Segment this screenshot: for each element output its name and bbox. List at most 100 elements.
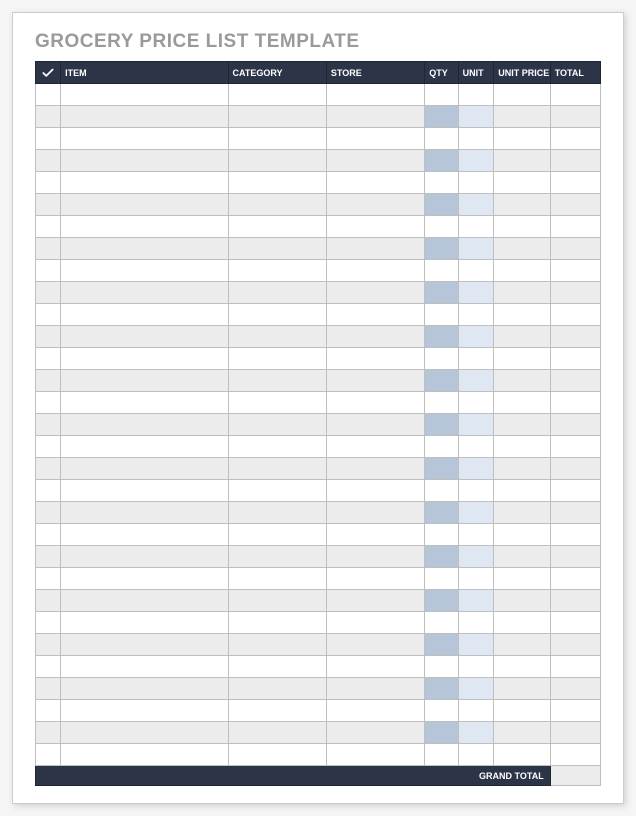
cell-unit_price[interactable]	[494, 414, 550, 436]
cell-check[interactable]	[36, 678, 61, 700]
cell-category[interactable]	[228, 634, 326, 656]
cell-qty[interactable]	[425, 700, 458, 722]
cell-qty[interactable]	[425, 722, 458, 744]
cell-total[interactable]	[550, 458, 600, 480]
cell-qty[interactable]	[425, 238, 458, 260]
cell-category[interactable]	[228, 370, 326, 392]
cell-item[interactable]	[61, 238, 228, 260]
cell-total[interactable]	[550, 326, 600, 348]
cell-check[interactable]	[36, 634, 61, 656]
cell-item[interactable]	[61, 194, 228, 216]
cell-qty[interactable]	[425, 84, 458, 106]
cell-category[interactable]	[228, 458, 326, 480]
cell-category[interactable]	[228, 172, 326, 194]
cell-total[interactable]	[550, 634, 600, 656]
cell-item[interactable]	[61, 304, 228, 326]
cell-qty[interactable]	[425, 282, 458, 304]
cell-unit[interactable]	[458, 634, 494, 656]
cell-check[interactable]	[36, 348, 61, 370]
cell-unit[interactable]	[458, 458, 494, 480]
cell-qty[interactable]	[425, 678, 458, 700]
cell-category[interactable]	[228, 238, 326, 260]
cell-unit[interactable]	[458, 656, 494, 678]
cell-category[interactable]	[228, 326, 326, 348]
cell-total[interactable]	[550, 656, 600, 678]
cell-store[interactable]	[326, 568, 424, 590]
cell-category[interactable]	[228, 260, 326, 282]
cell-check[interactable]	[36, 370, 61, 392]
cell-store[interactable]	[326, 392, 424, 414]
cell-total[interactable]	[550, 128, 600, 150]
cell-store[interactable]	[326, 128, 424, 150]
cell-category[interactable]	[228, 722, 326, 744]
cell-total[interactable]	[550, 744, 600, 766]
cell-store[interactable]	[326, 524, 424, 546]
cell-category[interactable]	[228, 568, 326, 590]
cell-store[interactable]	[326, 722, 424, 744]
cell-total[interactable]	[550, 172, 600, 194]
cell-unit_price[interactable]	[494, 744, 550, 766]
cell-check[interactable]	[36, 524, 61, 546]
cell-total[interactable]	[550, 436, 600, 458]
cell-store[interactable]	[326, 348, 424, 370]
cell-qty[interactable]	[425, 480, 458, 502]
cell-total[interactable]	[550, 282, 600, 304]
cell-unit[interactable]	[458, 128, 494, 150]
cell-total[interactable]	[550, 150, 600, 172]
cell-category[interactable]	[228, 150, 326, 172]
cell-store[interactable]	[326, 502, 424, 524]
cell-total[interactable]	[550, 392, 600, 414]
cell-category[interactable]	[228, 392, 326, 414]
cell-check[interactable]	[36, 172, 61, 194]
cell-check[interactable]	[36, 84, 61, 106]
cell-category[interactable]	[228, 546, 326, 568]
cell-total[interactable]	[550, 568, 600, 590]
cell-unit_price[interactable]	[494, 700, 550, 722]
cell-store[interactable]	[326, 326, 424, 348]
cell-unit[interactable]	[458, 84, 494, 106]
cell-item[interactable]	[61, 106, 228, 128]
cell-total[interactable]	[550, 216, 600, 238]
cell-store[interactable]	[326, 150, 424, 172]
cell-item[interactable]	[61, 590, 228, 612]
cell-total[interactable]	[550, 480, 600, 502]
cell-item[interactable]	[61, 546, 228, 568]
cell-unit[interactable]	[458, 436, 494, 458]
cell-check[interactable]	[36, 744, 61, 766]
cell-category[interactable]	[228, 744, 326, 766]
cell-unit_price[interactable]	[494, 260, 550, 282]
cell-qty[interactable]	[425, 260, 458, 282]
cell-qty[interactable]	[425, 590, 458, 612]
cell-store[interactable]	[326, 216, 424, 238]
cell-check[interactable]	[36, 128, 61, 150]
cell-qty[interactable]	[425, 150, 458, 172]
cell-total[interactable]	[550, 414, 600, 436]
cell-item[interactable]	[61, 612, 228, 634]
cell-category[interactable]	[228, 84, 326, 106]
cell-check[interactable]	[36, 260, 61, 282]
cell-total[interactable]	[550, 304, 600, 326]
cell-store[interactable]	[326, 238, 424, 260]
cell-unit_price[interactable]	[494, 612, 550, 634]
cell-total[interactable]	[550, 590, 600, 612]
cell-unit_price[interactable]	[494, 546, 550, 568]
cell-unit_price[interactable]	[494, 348, 550, 370]
cell-qty[interactable]	[425, 546, 458, 568]
cell-unit[interactable]	[458, 238, 494, 260]
cell-unit[interactable]	[458, 722, 494, 744]
cell-item[interactable]	[61, 216, 228, 238]
cell-unit[interactable]	[458, 150, 494, 172]
cell-qty[interactable]	[425, 392, 458, 414]
cell-category[interactable]	[228, 282, 326, 304]
cell-item[interactable]	[61, 700, 228, 722]
cell-item[interactable]	[61, 370, 228, 392]
cell-qty[interactable]	[425, 414, 458, 436]
cell-store[interactable]	[326, 370, 424, 392]
cell-unit[interactable]	[458, 414, 494, 436]
cell-total[interactable]	[550, 194, 600, 216]
cell-unit[interactable]	[458, 546, 494, 568]
cell-check[interactable]	[36, 282, 61, 304]
cell-category[interactable]	[228, 348, 326, 370]
cell-store[interactable]	[326, 546, 424, 568]
cell-store[interactable]	[326, 678, 424, 700]
